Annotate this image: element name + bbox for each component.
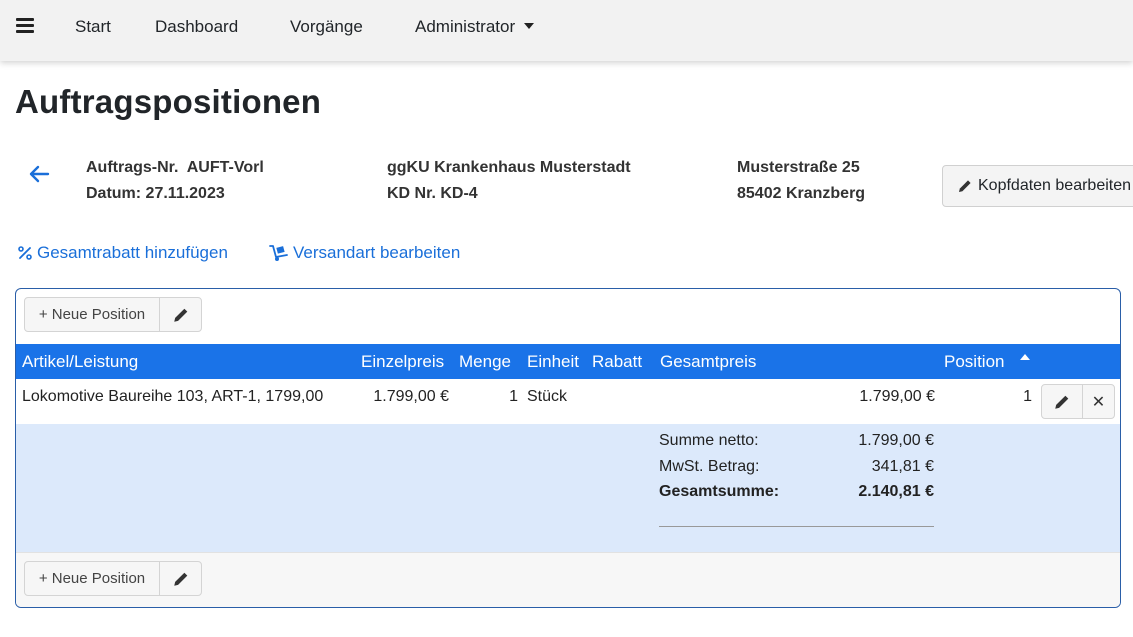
- address-city: 85402 Kranzberg: [737, 185, 866, 202]
- add-total-discount-link[interactable]: Gesamtrabatt hinzufügen: [17, 243, 228, 263]
- edit-shipping-label: Versandart bearbeiten: [293, 243, 461, 262]
- address-info: Musterstraße 25 85402 Kranzberg: [737, 155, 865, 207]
- cell-quantity: 1: [509, 388, 518, 405]
- pencil-icon: [173, 308, 187, 322]
- toolbar-button-group: + Neue Position: [24, 297, 202, 332]
- gross-sum-value: 2.140,81 €: [858, 483, 934, 500]
- edit-positions-button[interactable]: [160, 562, 201, 595]
- percent-icon: [18, 246, 32, 260]
- gross-sum-label: Gesamtsumme:: [659, 483, 780, 500]
- pencil-icon: [1055, 395, 1069, 409]
- toolbar-button-group: + Neue Position: [24, 561, 202, 596]
- nav-dashboard[interactable]: Dashboard: [155, 17, 238, 37]
- order-info: Auftrags-Nr. AUFT-Vorl Datum: 27.11.2023: [86, 155, 264, 207]
- dolly-icon: [269, 245, 288, 261]
- nav-administrator-dropdown[interactable]: Administrator: [415, 17, 535, 37]
- page-title: Auftragspositionen: [15, 83, 322, 120]
- vat-label: MwSt. Betrag:: [659, 458, 760, 475]
- positions-card: + Neue Position Artikel/Leistung Einzelp…: [15, 288, 1121, 608]
- column-header-position[interactable]: Position: [944, 352, 1004, 372]
- pencil-icon: [173, 572, 187, 586]
- nav-vorgaenge[interactable]: Vorgänge: [290, 17, 363, 37]
- caret-down-icon: [524, 23, 535, 29]
- order-date: Datum: 27.11.2023: [86, 185, 225, 202]
- summary-divider: [659, 526, 934, 527]
- cell-total: 1.799,00 €: [859, 388, 935, 405]
- edit-positions-button[interactable]: [160, 298, 201, 331]
- arrow-left-icon[interactable]: [28, 164, 50, 184]
- customer-name: ggKU Krankenhaus Musterstadt: [387, 159, 631, 176]
- menu-icon[interactable]: [16, 18, 34, 34]
- vat-value: 341,81 €: [871, 458, 934, 475]
- edit-shipping-link[interactable]: Versandart bearbeiten: [269, 243, 460, 263]
- net-sum-label: Summe netto:: [659, 432, 759, 449]
- column-header-total[interactable]: Gesamtpreis: [660, 352, 756, 372]
- address-street: Musterstraße 25: [737, 159, 860, 176]
- toolbar-top: + Neue Position: [16, 289, 1120, 344]
- edit-header-label: Kopfdaten bearbeiten: [978, 177, 1132, 194]
- toolbar-bottom: + Neue Position: [16, 552, 1120, 607]
- column-header-article[interactable]: Artikel/Leistung: [22, 352, 138, 372]
- cell-article: Lokomotive Baureihe 103, ART-1, 1799,00: [22, 388, 324, 405]
- close-icon: ✕: [1091, 393, 1106, 411]
- delete-row-button[interactable]: ✕: [1082, 385, 1114, 418]
- edit-header-button[interactable]: Kopfdaten bearbeiten: [942, 165, 1133, 207]
- pencil-icon: [959, 180, 971, 192]
- customer-info: ggKU Krankenhaus Musterstadt KD Nr. KD-4: [387, 155, 631, 207]
- column-header-discount[interactable]: Rabatt: [592, 352, 642, 372]
- nav-administrator-label: Administrator: [415, 17, 516, 36]
- nav-start[interactable]: Start: [75, 17, 111, 37]
- table-row: Lokomotive Baureihe 103, ART-1, 1799,00 …: [16, 379, 1120, 424]
- cell-unit: Stück: [527, 388, 568, 405]
- row-actions: ✕: [1041, 384, 1115, 419]
- new-position-button[interactable]: + Neue Position: [25, 562, 160, 595]
- new-position-button[interactable]: + Neue Position: [25, 298, 160, 331]
- summary-section: Summe netto: 1.799,00 € MwSt. Betrag: 34…: [16, 424, 1120, 552]
- edit-row-button[interactable]: [1042, 385, 1082, 418]
- order-number: Auftrags-Nr. AUFT-Vorl: [86, 159, 264, 176]
- sort-ascending-icon[interactable]: [1020, 354, 1030, 360]
- navbar: Start Dashboard Vorgänge Administrator: [0, 0, 1133, 61]
- column-header-unit[interactable]: Einheit: [527, 352, 579, 372]
- table-header: Artikel/Leistung Einzelpreis Menge Einhe…: [16, 344, 1120, 379]
- column-header-quantity[interactable]: Menge: [459, 352, 511, 372]
- cell-position: 1: [1023, 388, 1032, 405]
- add-total-discount-label: Gesamtrabatt hinzufügen: [37, 243, 228, 262]
- column-header-unit-price[interactable]: Einzelpreis: [361, 352, 444, 372]
- cell-unit-price: 1.799,00 €: [373, 388, 449, 405]
- net-sum-value: 1.799,00 €: [858, 432, 934, 449]
- customer-number: KD Nr. KD-4: [387, 185, 478, 202]
